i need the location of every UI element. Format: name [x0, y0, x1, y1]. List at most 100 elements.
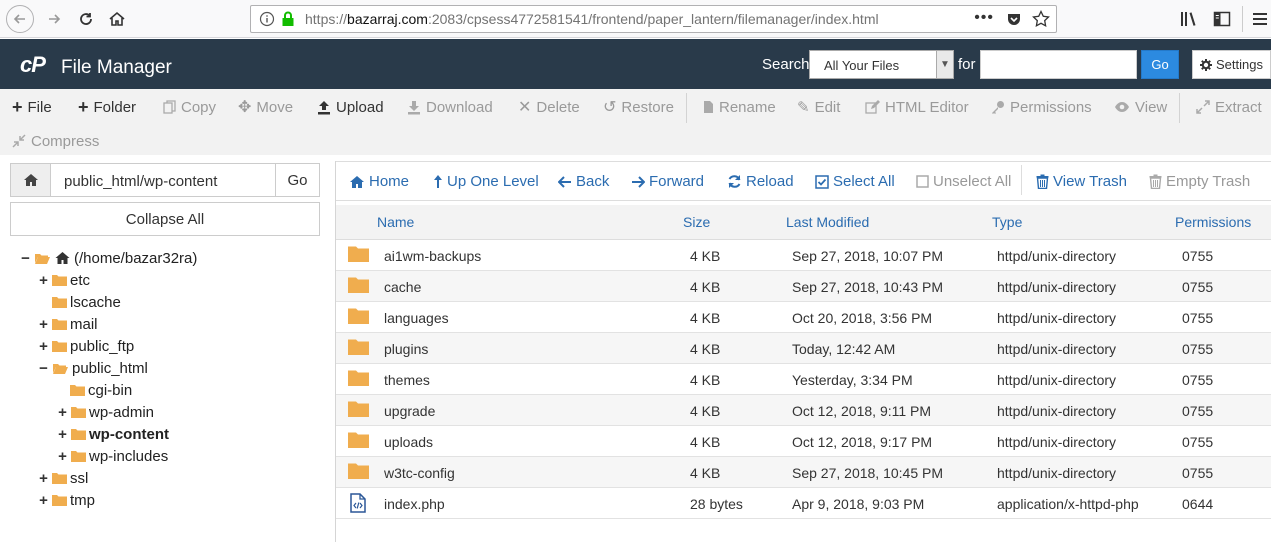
- path-go-button[interactable]: Go: [275, 163, 320, 197]
- up-one-level-button[interactable]: Up One Level: [433, 173, 539, 190]
- table-row[interactable]: ai1wm-backups 4 KB Sep 27, 2018, 10:07 P…: [336, 240, 1271, 271]
- tree-node-wp-admin[interactable]: + wp-admin: [57, 402, 154, 422]
- select-all-button[interactable]: Select All: [815, 173, 895, 190]
- empty-trash-button[interactable]: Empty Trash: [1149, 173, 1250, 190]
- table-row[interactable]: themes 4 KB Yesterday, 3:34 PM httpd/uni…: [336, 364, 1271, 395]
- times-icon: ✕: [518, 99, 532, 116]
- tree-node-label: ssl: [70, 469, 89, 487]
- folder-icon: [348, 401, 369, 417]
- browser-back-button[interactable]: [6, 5, 34, 33]
- collapse-toggle-icon[interactable]: −: [38, 360, 49, 377]
- table-row[interactable]: cache 4 KB Sep 27, 2018, 10:43 PM httpd/…: [336, 271, 1271, 302]
- path-input[interactable]: public_html/wp-content: [50, 163, 276, 197]
- restore-button[interactable]: ↺ Restore: [603, 96, 674, 118]
- download-button[interactable]: Download: [407, 96, 493, 118]
- column-header-last-modified[interactable]: Last Modified: [786, 214, 869, 230]
- view-button[interactable]: View: [1114, 96, 1167, 118]
- compress-button[interactable]: Compress: [12, 130, 99, 152]
- table-row[interactable]: index.php 28 bytes Apr 9, 2018, 9:03 PM …: [336, 488, 1271, 519]
- tree-node-public-html[interactable]: − public_html: [38, 358, 148, 378]
- nav-home-button[interactable]: Home: [349, 173, 409, 190]
- collapse-toggle-icon[interactable]: −: [20, 250, 31, 267]
- url-text: https://bazarraj.com:2083/cpsess47725815…: [305, 11, 879, 27]
- tree-node-wp-includes[interactable]: + wp-includes: [57, 446, 168, 466]
- table-row[interactable]: languages 4 KB Oct 20, 2018, 3:56 PM htt…: [336, 302, 1271, 333]
- delete-button[interactable]: ✕ Delete: [518, 96, 580, 118]
- search-go-button[interactable]: Go: [1141, 50, 1179, 79]
- info-icon[interactable]: [259, 11, 275, 27]
- menu-icon[interactable]: [1252, 11, 1268, 30]
- new-folder-button[interactable]: + Folder: [78, 96, 136, 118]
- tree-node-wp-content[interactable]: + wp-content: [57, 424, 169, 444]
- browser-home-button[interactable]: [103, 5, 131, 33]
- ellipsis-icon[interactable]: •••: [974, 9, 994, 27]
- extract-button[interactable]: Extract: [1196, 96, 1262, 118]
- file-type: httpd/unix-directory: [997, 279, 1117, 295]
- view-trash-label: View Trash: [1053, 173, 1127, 190]
- table-row[interactable]: upgrade 4 KB Oct 12, 2018, 9:11 PM httpd…: [336, 395, 1271, 426]
- page-title: File Manager: [61, 57, 172, 78]
- search-scope-select[interactable]: All Your Files ▼: [809, 50, 954, 79]
- upload-button[interactable]: Upload: [317, 96, 384, 118]
- tree-node-ssl[interactable]: + ssl: [38, 468, 88, 488]
- cpanel-logo[interactable]: cP: [20, 52, 46, 78]
- library-icon[interactable]: [1180, 10, 1198, 31]
- column-header-permissions[interactable]: Permissions: [1175, 214, 1251, 230]
- new-file-button[interactable]: + File: [12, 96, 52, 118]
- file-type: application/x-httpd-php: [997, 496, 1139, 512]
- plus-icon: +: [12, 96, 23, 117]
- nav-back-button[interactable]: Back: [558, 173, 609, 190]
- pocket-icon[interactable]: [1006, 11, 1022, 27]
- file-name: index.php: [384, 496, 445, 512]
- tree-node-lscache[interactable]: lscache: [52, 292, 121, 312]
- column-header-name[interactable]: Name: [377, 214, 414, 230]
- column-header-size[interactable]: Size: [683, 214, 710, 230]
- expand-toggle-icon[interactable]: +: [38, 470, 49, 487]
- file-table-header: Name Size Last Modified Type Permissions: [336, 205, 1271, 240]
- tree-node-mail[interactable]: + mail: [38, 314, 97, 334]
- browser-forward-button[interactable]: [40, 5, 68, 33]
- file-type: httpd/unix-directory: [997, 341, 1117, 357]
- table-row[interactable]: plugins 4 KB Today, 12:42 AM httpd/unix-…: [336, 333, 1271, 364]
- square-icon: [916, 175, 929, 188]
- nav-reload-button[interactable]: Reload: [727, 173, 794, 190]
- rename-button[interactable]: Rename: [703, 96, 776, 118]
- copy-button[interactable]: Copy: [163, 96, 216, 118]
- expand-toggle-icon[interactable]: +: [38, 272, 49, 289]
- tree-node-root[interactable]: − (/home/bazar32ra): [20, 248, 197, 268]
- edit-button[interactable]: ✎ Edit: [797, 96, 840, 118]
- tree-node-public-ftp[interactable]: + public_ftp: [38, 336, 134, 356]
- expand-toggle-icon[interactable]: +: [57, 404, 68, 421]
- view-trash-button[interactable]: View Trash: [1036, 173, 1127, 190]
- expand-toggle-icon[interactable]: +: [57, 448, 68, 465]
- expand-toggle-icon[interactable]: +: [57, 426, 68, 443]
- path-home-button[interactable]: [10, 163, 51, 197]
- browser-reload-button[interactable]: [72, 5, 100, 33]
- arrow-right-icon: [632, 175, 645, 188]
- plus-icon: +: [78, 96, 89, 117]
- table-row[interactable]: uploads 4 KB Oct 12, 2018, 9:17 PM httpd…: [336, 426, 1271, 457]
- nav-forward-button[interactable]: Forward: [631, 173, 704, 190]
- collapse-all-button[interactable]: Collapse All: [10, 202, 320, 236]
- file-permissions: 0755: [1182, 341, 1214, 357]
- unselect-all-button[interactable]: Unselect All: [916, 173, 1011, 190]
- address-bar[interactable]: https://bazarraj.com:2083/cpsess47725815…: [250, 5, 1057, 33]
- expand-toggle-icon[interactable]: +: [38, 492, 49, 509]
- tree-node-etc[interactable]: + etc: [38, 270, 90, 290]
- table-row[interactable]: w3tc-config 4 KB Sep 27, 2018, 10:45 PM …: [336, 457, 1271, 488]
- tree-node-tmp[interactable]: + tmp: [38, 490, 95, 510]
- html-editor-button[interactable]: HTML Editor: [865, 96, 969, 118]
- column-header-type[interactable]: Type: [992, 214, 1022, 230]
- search-input[interactable]: [980, 50, 1137, 79]
- html-editor-label: HTML Editor: [885, 98, 969, 116]
- move-button[interactable]: ✥ Move: [238, 96, 293, 118]
- expand-toggle-icon[interactable]: +: [38, 338, 49, 355]
- file-permissions: 0755: [1182, 465, 1214, 481]
- tree-node-cgi-bin[interactable]: cgi-bin: [70, 380, 132, 400]
- bookmark-star-icon[interactable]: [1032, 10, 1050, 28]
- sidebar-icon[interactable]: [1213, 10, 1231, 31]
- padlock-icon[interactable]: [281, 11, 295, 27]
- permissions-button[interactable]: Permissions: [991, 96, 1092, 118]
- expand-toggle-icon[interactable]: +: [38, 316, 49, 333]
- settings-button[interactable]: Settings: [1192, 50, 1271, 79]
